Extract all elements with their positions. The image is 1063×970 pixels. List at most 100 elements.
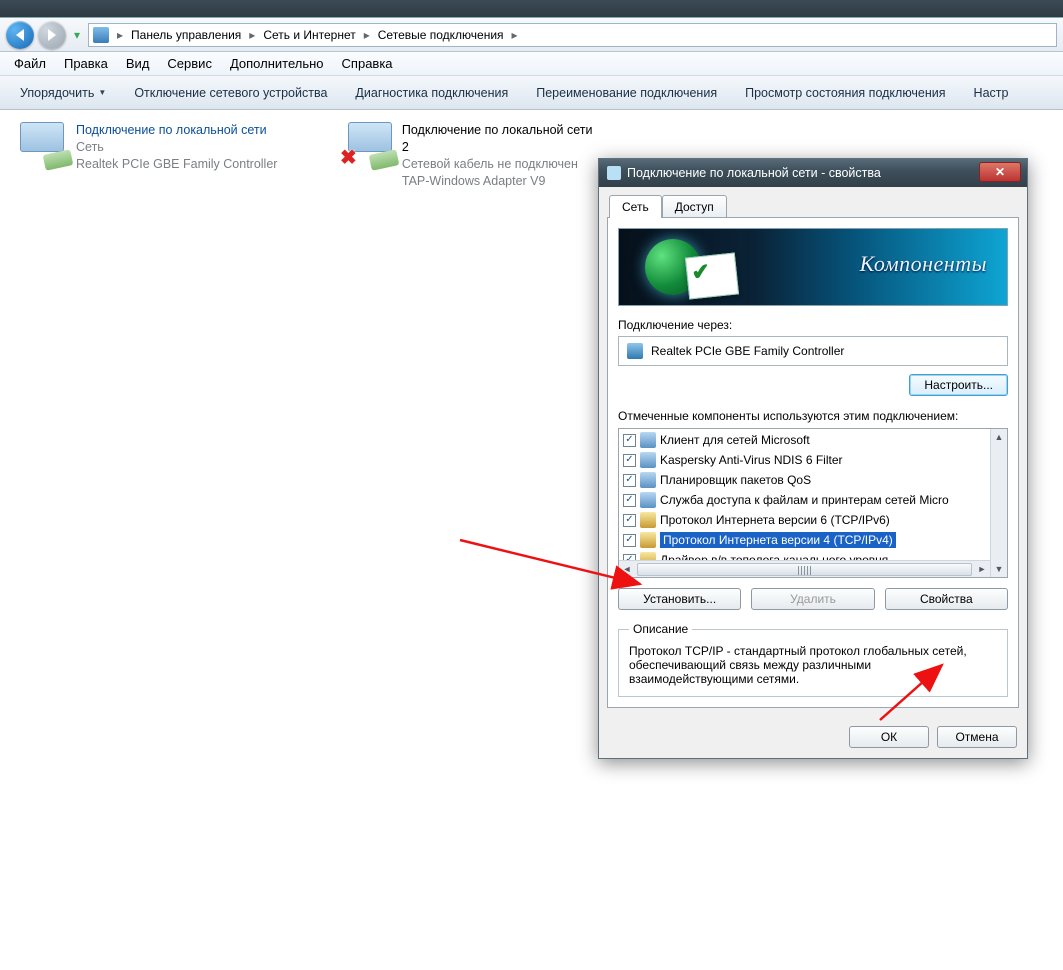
nav-history-dropdown[interactable]: ▾ xyxy=(70,22,84,48)
menu-view[interactable]: Вид xyxy=(118,53,158,74)
connect-via-label: Подключение через: xyxy=(618,318,1008,332)
breadcrumb-sep: ▸ xyxy=(247,28,257,42)
component-row[interactable]: ✓ Протокол Интернета версии 4 (TCP/IPv4) xyxy=(619,530,1007,550)
tab-network-pane: ✔ Компоненты Подключение через: Realtek … xyxy=(607,217,1019,708)
remove-button: Удалить xyxy=(751,588,874,610)
adapter-icon xyxy=(627,343,643,359)
navigation-bar: ▾ ▸ Панель управления ▸ Сеть и Интернет … xyxy=(0,18,1063,52)
component-label: Kaspersky Anti-Virus NDIS 6 Filter xyxy=(660,453,843,467)
address-bar[interactable]: ▸ Панель управления ▸ Сеть и Интернет ▸ … xyxy=(88,23,1057,47)
component-label: Клиент для сетей Microsoft xyxy=(660,433,810,447)
parent-window-titlebar xyxy=(0,0,1063,18)
menu-bar: Файл Правка Вид Сервис Дополнительно Спр… xyxy=(0,52,1063,76)
command-toolbar: Упорядочить▼ Отключение сетевого устройс… xyxy=(0,76,1063,110)
dialog-tabs: Сеть Доступ xyxy=(607,195,1019,218)
component-row[interactable]: ✓ Клиент для сетей Microsoft xyxy=(619,430,1007,450)
network-adapter-icon xyxy=(18,122,66,164)
toolbar-settings[interactable]: Настр xyxy=(960,80,1023,106)
configure-button[interactable]: Настроить... xyxy=(909,374,1008,396)
dialog-footer: ОК Отмена xyxy=(599,716,1027,758)
description-text: Протокол TCP/IP - стандартный протокол г… xyxy=(629,644,997,686)
connection-properties-dialog: Подключение по локальной сети - свойства… xyxy=(598,158,1028,759)
adapter-display: Realtek PCIe GBE Family Controller xyxy=(618,336,1008,366)
protocol-icon xyxy=(640,532,656,548)
chevron-right-icon xyxy=(48,29,56,41)
service-icon xyxy=(640,452,656,468)
network-adapter-disconnected-icon: ✖ xyxy=(346,122,392,164)
connection-device: Realtek PCIe GBE Family Controller xyxy=(76,156,277,173)
horizontal-scrollbar[interactable]: ◄ ► xyxy=(619,560,990,577)
components-label: Отмеченные компоненты используются этим … xyxy=(618,408,1008,424)
scroll-thumb[interactable] xyxy=(637,563,972,576)
menu-advanced[interactable]: Дополнительно xyxy=(222,53,332,74)
breadcrumb-sep: ▸ xyxy=(362,28,372,42)
connection-item-lan2[interactable]: ✖ Подключение по локальной сети 2 Сетево… xyxy=(340,116,600,196)
connection-title: Подключение по локальной сети 2 xyxy=(402,122,594,156)
component-row[interactable]: ✓ Kaspersky Anti-Virus NDIS 6 Filter xyxy=(619,450,1007,470)
vertical-scrollbar[interactable]: ▲ ▼ xyxy=(990,429,1007,577)
connection-title: Подключение по локальной сети xyxy=(76,122,277,139)
component-label: Планировщик пакетов QoS xyxy=(660,473,811,487)
install-button[interactable]: Установить... xyxy=(618,588,741,610)
control-panel-icon xyxy=(93,27,109,43)
connection-status: Сеть xyxy=(76,139,277,156)
component-label: Протокол Интернета версии 4 (TCP/IPv4) xyxy=(660,532,896,548)
dialog-close-button[interactable]: ✕ xyxy=(979,162,1021,182)
breadcrumb-sep: ▸ xyxy=(510,28,520,42)
component-checkbox[interactable]: ✓ xyxy=(623,494,636,507)
service-icon xyxy=(640,432,656,448)
menu-service[interactable]: Сервис xyxy=(159,53,220,74)
nav-forward-button[interactable] xyxy=(38,21,66,49)
connection-device: TAP-Windows Adapter V9 xyxy=(402,173,594,190)
checklist-icon: ✔ xyxy=(685,253,739,300)
component-checkbox[interactable]: ✓ xyxy=(623,454,636,467)
menu-help[interactable]: Справка xyxy=(334,53,401,74)
protocol-icon xyxy=(640,512,656,528)
connection-item-lan1[interactable]: Подключение по локальной сети Сеть Realt… xyxy=(12,116,322,179)
adapter-name: Realtek PCIe GBE Family Controller xyxy=(651,344,844,358)
components-listbox[interactable]: ✓ Клиент для сетей Microsoft ✓ Kaspersky An… xyxy=(618,428,1008,578)
ok-button[interactable]: ОК xyxy=(849,726,929,748)
scroll-left-icon[interactable]: ◄ xyxy=(619,564,635,574)
component-checkbox[interactable]: ✓ xyxy=(623,434,636,447)
properties-button[interactable]: Свойства xyxy=(885,588,1008,610)
description-legend: Описание xyxy=(629,622,692,636)
scroll-down-icon[interactable]: ▼ xyxy=(992,561,1007,577)
component-checkbox[interactable]: ✓ xyxy=(623,514,636,527)
component-row[interactable]: ✓ Планировщик пакетов QoS xyxy=(619,470,1007,490)
service-icon xyxy=(640,472,656,488)
tab-network[interactable]: Сеть xyxy=(609,195,662,218)
breadcrumb-item[interactable]: Сетевые подключения xyxy=(374,28,508,42)
toolbar-rename[interactable]: Переименование подключения xyxy=(522,80,731,106)
component-checkbox[interactable]: ✓ xyxy=(623,474,636,487)
component-row[interactable]: ✓ Протокол Интернета версии 6 (TCP/IPv6) xyxy=(619,510,1007,530)
breadcrumb-item[interactable]: Сеть и Интернет xyxy=(259,28,359,42)
toolbar-diagnose[interactable]: Диагностика подключения xyxy=(341,80,522,106)
description-group: Описание Протокол TCP/IP - стандартный п… xyxy=(618,622,1008,697)
component-label: Служба доступа к файлам и принтерам сете… xyxy=(660,493,949,507)
component-checkbox[interactable]: ✓ xyxy=(623,534,636,547)
banner-text: Компоненты xyxy=(860,251,987,277)
dialog-title-text: Подключение по локальной сети - свойства xyxy=(627,166,881,180)
chevron-left-icon xyxy=(16,29,24,41)
content-pane: Подключение по локальной сети Сеть Realt… xyxy=(0,110,1063,964)
menu-file[interactable]: Файл xyxy=(6,53,54,74)
toolbar-disable-device[interactable]: Отключение сетевого устройства xyxy=(120,80,341,106)
menu-edit[interactable]: Правка xyxy=(56,53,116,74)
dialog-title-icon xyxy=(607,166,621,180)
cancel-button[interactable]: Отмена xyxy=(937,726,1017,748)
dialog-titlebar[interactable]: Подключение по локальной сети - свойства… xyxy=(599,159,1027,187)
service-icon xyxy=(640,492,656,508)
components-banner: ✔ Компоненты xyxy=(618,228,1008,306)
breadcrumb-item[interactable]: Панель управления xyxy=(127,28,245,42)
toolbar-organize[interactable]: Упорядочить▼ xyxy=(6,80,120,106)
toolbar-view-status[interactable]: Просмотр состояния подключения xyxy=(731,80,959,106)
tab-access[interactable]: Доступ xyxy=(662,195,727,218)
breadcrumb-sep: ▸ xyxy=(115,28,125,42)
component-row[interactable]: ✓ Служба доступа к файлам и принтерам сет… xyxy=(619,490,1007,510)
scroll-right-icon[interactable]: ► xyxy=(974,564,990,574)
scroll-up-icon[interactable]: ▲ xyxy=(992,429,1007,445)
component-label: Протокол Интернета версии 6 (TCP/IPv6) xyxy=(660,513,890,527)
nav-back-button[interactable] xyxy=(6,21,34,49)
connection-status: Сетевой кабель не подключен xyxy=(402,156,594,173)
